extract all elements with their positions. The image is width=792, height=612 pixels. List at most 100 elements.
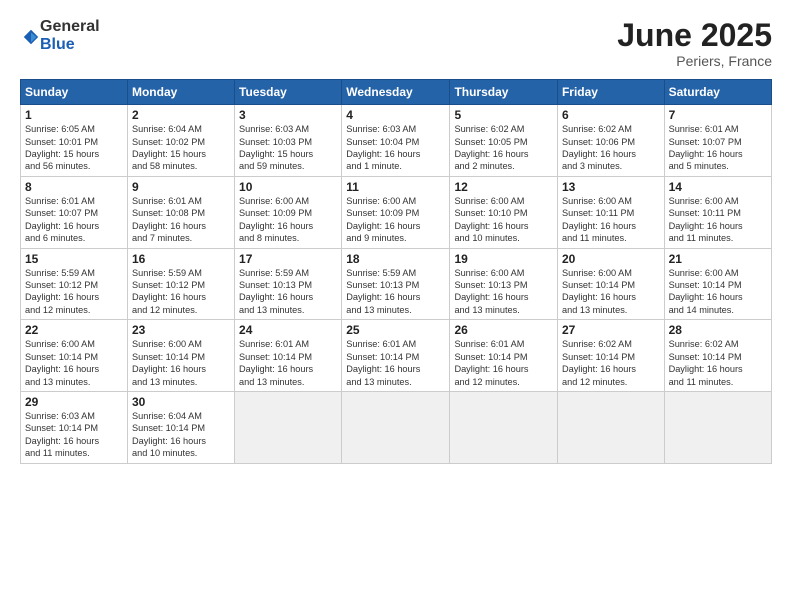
day-info: Sunrise: 6:00 AM Sunset: 10:14 PM Daylig… [562, 267, 660, 317]
day-info: Sunrise: 6:01 AM Sunset: 10:14 PM Daylig… [239, 338, 337, 388]
calendar-cell: 18Sunrise: 5:59 AM Sunset: 10:13 PM Dayl… [342, 248, 450, 320]
day-number: 16 [132, 252, 230, 266]
day-info: Sunrise: 6:03 AM Sunset: 10:03 PM Daylig… [239, 123, 337, 173]
col-friday: Friday [557, 80, 664, 105]
calendar-cell: 13Sunrise: 6:00 AM Sunset: 10:11 PM Dayl… [557, 176, 664, 248]
calendar-cell: 6Sunrise: 6:02 AM Sunset: 10:06 PM Dayli… [557, 105, 664, 177]
calendar-cell: 3Sunrise: 6:03 AM Sunset: 10:03 PM Dayli… [235, 105, 342, 177]
day-info: Sunrise: 6:00 AM Sunset: 10:11 PM Daylig… [669, 195, 767, 245]
calendar-cell: 22Sunrise: 6:00 AM Sunset: 10:14 PM Dayl… [21, 320, 128, 392]
page: General Blue June 2025 Periers, France S… [0, 0, 792, 612]
logo-text: General Blue [40, 18, 100, 53]
day-number: 5 [454, 108, 553, 122]
day-info: Sunrise: 6:00 AM Sunset: 10:13 PM Daylig… [454, 267, 553, 317]
calendar-cell [450, 391, 558, 463]
day-number: 29 [25, 395, 123, 409]
day-info: Sunrise: 6:02 AM Sunset: 10:14 PM Daylig… [669, 338, 767, 388]
day-info: Sunrise: 6:03 AM Sunset: 10:04 PM Daylig… [346, 123, 445, 173]
calendar-cell [557, 391, 664, 463]
day-info: Sunrise: 6:00 AM Sunset: 10:14 PM Daylig… [25, 338, 123, 388]
day-info: Sunrise: 6:02 AM Sunset: 10:06 PM Daylig… [562, 123, 660, 173]
day-number: 21 [669, 252, 767, 266]
day-number: 13 [562, 180, 660, 194]
calendar-cell: 10Sunrise: 6:00 AM Sunset: 10:09 PM Dayl… [235, 176, 342, 248]
day-number: 15 [25, 252, 123, 266]
calendar-cell: 5Sunrise: 6:02 AM Sunset: 10:05 PM Dayli… [450, 105, 558, 177]
calendar-cell: 15Sunrise: 5:59 AM Sunset: 10:12 PM Dayl… [21, 248, 128, 320]
col-wednesday: Wednesday [342, 80, 450, 105]
day-number: 2 [132, 108, 230, 122]
calendar-row-2: 8Sunrise: 6:01 AM Sunset: 10:07 PM Dayli… [21, 176, 772, 248]
day-info: Sunrise: 6:02 AM Sunset: 10:05 PM Daylig… [454, 123, 553, 173]
calendar-cell: 28Sunrise: 6:02 AM Sunset: 10:14 PM Dayl… [664, 320, 771, 392]
day-number: 14 [669, 180, 767, 194]
col-monday: Monday [127, 80, 234, 105]
day-info: Sunrise: 6:01 AM Sunset: 10:07 PM Daylig… [25, 195, 123, 245]
day-info: Sunrise: 6:04 AM Sunset: 10:14 PM Daylig… [132, 410, 230, 460]
day-info: Sunrise: 6:00 AM Sunset: 10:14 PM Daylig… [669, 267, 767, 317]
day-info: Sunrise: 5:59 AM Sunset: 10:12 PM Daylig… [132, 267, 230, 317]
header: General Blue June 2025 Periers, France [20, 18, 772, 69]
day-number: 1 [25, 108, 123, 122]
calendar-cell: 19Sunrise: 6:00 AM Sunset: 10:13 PM Dayl… [450, 248, 558, 320]
day-info: Sunrise: 6:05 AM Sunset: 10:01 PM Daylig… [25, 123, 123, 173]
col-thursday: Thursday [450, 80, 558, 105]
logo-general-text: General [40, 18, 100, 36]
calendar-cell: 7Sunrise: 6:01 AM Sunset: 10:07 PM Dayli… [664, 105, 771, 177]
calendar-cell: 23Sunrise: 6:00 AM Sunset: 10:14 PM Dayl… [127, 320, 234, 392]
day-info: Sunrise: 6:04 AM Sunset: 10:02 PM Daylig… [132, 123, 230, 173]
calendar-cell: 14Sunrise: 6:00 AM Sunset: 10:11 PM Dayl… [664, 176, 771, 248]
calendar-cell: 20Sunrise: 6:00 AM Sunset: 10:14 PM Dayl… [557, 248, 664, 320]
calendar-row-4: 22Sunrise: 6:00 AM Sunset: 10:14 PM Dayl… [21, 320, 772, 392]
calendar-cell: 12Sunrise: 6:00 AM Sunset: 10:10 PM Dayl… [450, 176, 558, 248]
day-info: Sunrise: 6:03 AM Sunset: 10:14 PM Daylig… [25, 410, 123, 460]
day-number: 8 [25, 180, 123, 194]
day-number: 19 [454, 252, 553, 266]
day-number: 6 [562, 108, 660, 122]
day-number: 3 [239, 108, 337, 122]
day-number: 20 [562, 252, 660, 266]
day-info: Sunrise: 5:59 AM Sunset: 10:13 PM Daylig… [346, 267, 445, 317]
day-info: Sunrise: 5:59 AM Sunset: 10:13 PM Daylig… [239, 267, 337, 317]
day-info: Sunrise: 6:00 AM Sunset: 10:14 PM Daylig… [132, 338, 230, 388]
calendar-cell: 17Sunrise: 5:59 AM Sunset: 10:13 PM Dayl… [235, 248, 342, 320]
day-info: Sunrise: 6:00 AM Sunset: 10:09 PM Daylig… [239, 195, 337, 245]
day-number: 4 [346, 108, 445, 122]
title-block: June 2025 Periers, France [617, 18, 772, 69]
day-info: Sunrise: 6:00 AM Sunset: 10:10 PM Daylig… [454, 195, 553, 245]
day-number: 25 [346, 323, 445, 337]
day-number: 27 [562, 323, 660, 337]
calendar-cell: 1Sunrise: 6:05 AM Sunset: 10:01 PM Dayli… [21, 105, 128, 177]
day-number: 18 [346, 252, 445, 266]
day-number: 22 [25, 323, 123, 337]
calendar-cell: 16Sunrise: 5:59 AM Sunset: 10:12 PM Dayl… [127, 248, 234, 320]
calendar-row-5: 29Sunrise: 6:03 AM Sunset: 10:14 PM Dayl… [21, 391, 772, 463]
day-number: 23 [132, 323, 230, 337]
day-info: Sunrise: 6:01 AM Sunset: 10:14 PM Daylig… [346, 338, 445, 388]
calendar-row-1: 1Sunrise: 6:05 AM Sunset: 10:01 PM Dayli… [21, 105, 772, 177]
day-number: 10 [239, 180, 337, 194]
calendar-table: Sunday Monday Tuesday Wednesday Thursday… [20, 79, 772, 463]
calendar-cell [664, 391, 771, 463]
calendar-header-row: Sunday Monday Tuesday Wednesday Thursday… [21, 80, 772, 105]
calendar-cell: 8Sunrise: 6:01 AM Sunset: 10:07 PM Dayli… [21, 176, 128, 248]
day-info: Sunrise: 6:01 AM Sunset: 10:08 PM Daylig… [132, 195, 230, 245]
calendar-cell [235, 391, 342, 463]
day-info: Sunrise: 6:01 AM Sunset: 10:07 PM Daylig… [669, 123, 767, 173]
day-info: Sunrise: 6:00 AM Sunset: 10:11 PM Daylig… [562, 195, 660, 245]
logo-blue-text: Blue [40, 36, 100, 54]
day-number: 9 [132, 180, 230, 194]
calendar-location: Periers, France [617, 53, 772, 69]
calendar-cell: 29Sunrise: 6:03 AM Sunset: 10:14 PM Dayl… [21, 391, 128, 463]
calendar-title: June 2025 [617, 18, 772, 53]
day-number: 26 [454, 323, 553, 337]
day-info: Sunrise: 6:02 AM Sunset: 10:14 PM Daylig… [562, 338, 660, 388]
day-number: 24 [239, 323, 337, 337]
col-sunday: Sunday [21, 80, 128, 105]
day-number: 17 [239, 252, 337, 266]
calendar-cell: 4Sunrise: 6:03 AM Sunset: 10:04 PM Dayli… [342, 105, 450, 177]
day-number: 7 [669, 108, 767, 122]
col-tuesday: Tuesday [235, 80, 342, 105]
calendar-cell: 30Sunrise: 6:04 AM Sunset: 10:14 PM Dayl… [127, 391, 234, 463]
calendar-cell: 25Sunrise: 6:01 AM Sunset: 10:14 PM Dayl… [342, 320, 450, 392]
